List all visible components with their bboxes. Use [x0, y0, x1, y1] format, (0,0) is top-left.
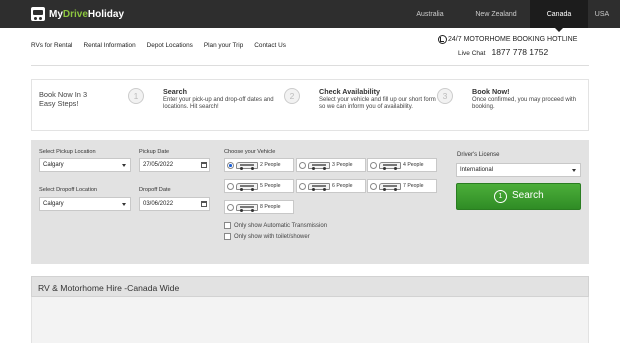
calendar-icon[interactable]: [201, 162, 207, 168]
automatic-transmission-option[interactable]: Only show Automatic Transmission: [224, 222, 327, 229]
dropdown-arrow-icon: [122, 203, 126, 206]
step-description: Enter your pick-up and drop-off dates an…: [163, 97, 274, 111]
toilet-shower-option[interactable]: Only show with toilet/shower: [224, 233, 310, 240]
country-canada[interactable]: Canada: [530, 0, 588, 32]
nav-plan-your-trip[interactable]: Plan your Trip: [204, 42, 243, 49]
motorhome-icon: [236, 204, 258, 212]
logo-text: MyDriveHoliday: [49, 8, 125, 20]
vehicle-4-people[interactable]: 4 People: [367, 158, 437, 172]
nav-depot-locations[interactable]: Depot Locations: [147, 42, 193, 49]
dropdown-arrow-icon: [122, 164, 126, 167]
radio[interactable]: [227, 183, 234, 190]
motorhome-icon: [308, 183, 330, 191]
vehicle-7-people[interactable]: 7 People: [367, 179, 437, 193]
section-heading: RV & Motorhome Hire -Canada Wide: [31, 276, 589, 297]
dropoff-date-input[interactable]: 03/06/2022: [139, 197, 210, 211]
step-number: 3: [437, 88, 453, 104]
vehicle-6-people[interactable]: 6 People: [296, 179, 366, 193]
vehicle-3-people[interactable]: 3 People: [296, 158, 366, 172]
clock-phone-icon: [438, 35, 447, 44]
search-panel: Select Pickup Location Calgary Pickup Da…: [31, 140, 589, 264]
pickup-location-select[interactable]: Calgary: [39, 158, 131, 172]
section-heading-text: RV & Motorhome Hire -Canada Wide: [38, 283, 180, 293]
radio[interactable]: [299, 162, 306, 169]
vehicle-5-people[interactable]: 5 People: [224, 179, 294, 193]
content-area: [31, 297, 589, 343]
drivers-license-label: Driver's License: [457, 152, 500, 158]
step-title: Search: [163, 87, 187, 96]
drivers-license-select[interactable]: International: [456, 163, 581, 177]
step-title: Book Now!: [472, 87, 510, 96]
step-description: Once confirmed, you may proceed with boo…: [472, 97, 577, 111]
radio[interactable]: [370, 183, 377, 190]
radio-selected[interactable]: [227, 162, 234, 169]
pickup-date-label: Pickup Date: [139, 149, 170, 155]
step-one-icon: 1: [494, 190, 507, 203]
dropoff-location-select[interactable]: Calgary: [39, 197, 131, 211]
calendar-icon[interactable]: [201, 201, 207, 207]
motorhome-icon: [379, 162, 401, 170]
site-logo[interactable]: MyDriveHoliday: [31, 5, 124, 23]
radio[interactable]: [299, 183, 306, 190]
vehicle-2-people[interactable]: 2 People: [224, 158, 294, 172]
search-button[interactable]: 1 Search: [456, 183, 581, 210]
motorhome-logo-icon: [31, 7, 45, 21]
dropoff-date-label: Dropoff Date: [139, 187, 171, 193]
motorhome-icon: [308, 162, 330, 170]
motorhome-icon: [379, 183, 401, 191]
phone-number[interactable]: 1877 778 1752: [491, 47, 548, 57]
radio[interactable]: [227, 204, 234, 211]
main-nav: RVs for Rental Rental Information Depot …: [31, 42, 297, 49]
motorhome-icon: [236, 162, 258, 170]
booking-steps: Book Now In 3 Easy Steps! 1 Search Enter…: [31, 79, 589, 131]
nav-contact-us[interactable]: Contact Us: [254, 42, 286, 49]
country-australia[interactable]: Australia: [398, 0, 462, 28]
divider: [31, 65, 589, 66]
search-button-label: Search: [512, 190, 544, 201]
step-number: 1: [128, 88, 144, 104]
step-description: Select your vehicle and fill up our shor…: [319, 97, 436, 111]
radio[interactable]: [370, 162, 377, 169]
pickup-location-label: Select Pickup Location: [39, 149, 96, 155]
nav-rvs-for-rental[interactable]: RVs for Rental: [31, 42, 72, 49]
dropdown-arrow-icon: [572, 169, 576, 172]
country-menu: Australia New Zealand Canada USA: [398, 0, 620, 32]
vehicle-8-people[interactable]: 8 People: [224, 200, 294, 214]
country-new-zealand[interactable]: New Zealand: [462, 0, 530, 28]
live-chat-link[interactable]: Live Chat: [458, 50, 485, 57]
nav-rental-information[interactable]: Rental Information: [83, 42, 135, 49]
hotline-title: 24/7 MOTORHOME BOOKING HOTLINE: [448, 36, 578, 43]
country-usa[interactable]: USA: [588, 0, 620, 28]
checkbox[interactable]: [224, 233, 231, 240]
step-number: 2: [284, 88, 300, 104]
booking-hotline: 24/7 MOTORHOME BOOKING HOTLINE Live Chat…: [438, 35, 588, 57]
steps-intro: Book Now In 3 Easy Steps!: [39, 90, 88, 108]
step-title: Check Availability: [319, 87, 380, 96]
top-bar: MyDriveHoliday Australia New Zealand Can…: [0, 0, 620, 32]
motorhome-icon: [236, 183, 258, 191]
pickup-date-input[interactable]: 27/05/2022: [139, 158, 210, 172]
dropoff-location-label: Select Dropoff Location: [39, 187, 98, 193]
vehicle-label: Choose your Vehicle: [224, 149, 276, 155]
checkbox[interactable]: [224, 222, 231, 229]
